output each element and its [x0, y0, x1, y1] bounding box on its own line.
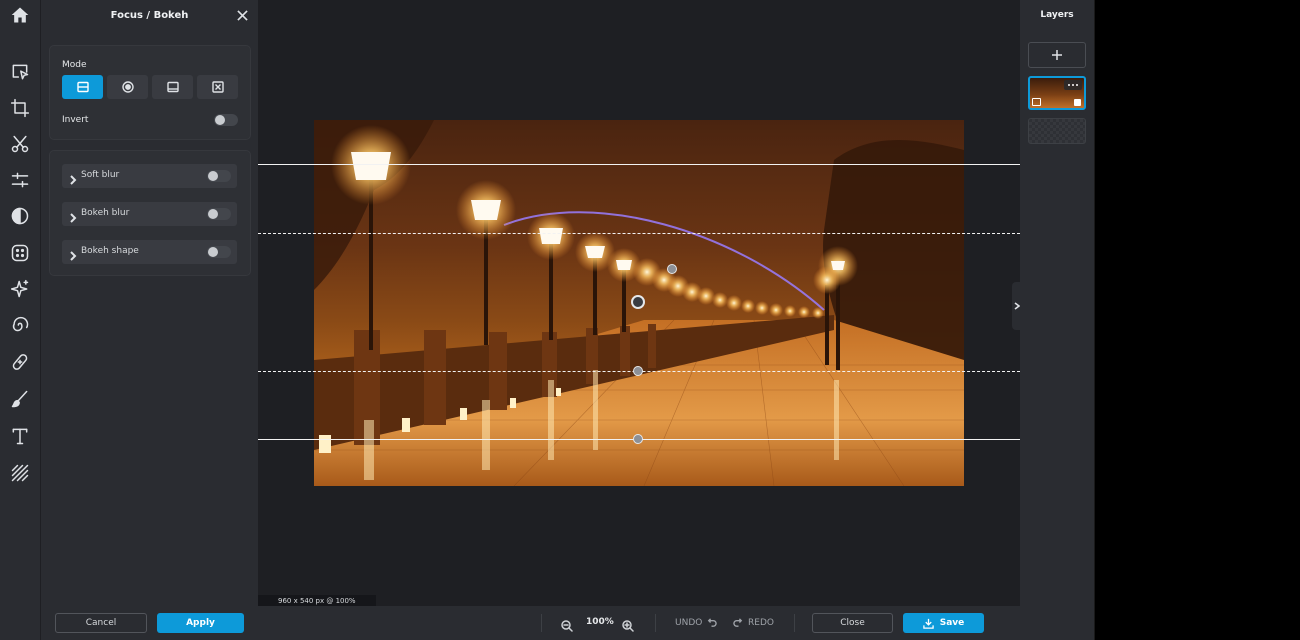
adjust-icon[interactable]: [8, 168, 32, 192]
mode-card: Mode Invert: [49, 45, 251, 140]
blur-options-card: Soft blur Bokeh blur Bokeh shape: [49, 150, 251, 276]
chevron-right-icon: [1014, 302, 1020, 310]
sparkle-icon[interactable]: [8, 277, 32, 301]
mode-linear-button[interactable]: [62, 75, 103, 99]
save-button[interactable]: Save: [903, 613, 984, 633]
invert-label: Invert: [62, 115, 89, 125]
bokeh-shape-toggle[interactable]: [207, 246, 231, 258]
crop-icon[interactable]: [8, 96, 32, 120]
invert-toggle[interactable]: [214, 114, 238, 126]
chevron-right-icon: [68, 246, 80, 261]
layer-transparent-thumbnail[interactable]: [1028, 118, 1086, 144]
canvas-area[interactable]: 960 x 540 px @ 100%: [258, 0, 1020, 606]
empty-region: [1094, 0, 1300, 640]
focus-inner-top-line[interactable]: [258, 233, 1020, 234]
mode-label: Mode: [62, 60, 87, 70]
bokeh-shape-row[interactable]: Bokeh shape: [62, 240, 237, 264]
cancel-button[interactable]: Cancel: [55, 613, 147, 633]
liquify-icon[interactable]: [8, 313, 32, 337]
soft-blur-toggle[interactable]: [207, 170, 231, 182]
chevron-right-icon: [68, 208, 80, 223]
zoom-level: 100%: [586, 617, 614, 627]
soft-blur-row[interactable]: Soft blur: [62, 164, 237, 188]
save-label: Save: [939, 618, 965, 628]
tool-rail: [0, 0, 41, 640]
mode-bottom-button[interactable]: [152, 75, 193, 99]
zoom-in-icon[interactable]: [622, 617, 634, 632]
add-layer-button[interactable]: [1028, 42, 1086, 68]
effects-icon[interactable]: [8, 241, 32, 265]
focus-panel: Focus / Bokeh Mode Invert Soft blur Boke…: [41, 0, 258, 640]
texture-icon[interactable]: [8, 461, 32, 485]
layers-title: Layers: [1040, 10, 1074, 20]
off-mode-icon: [211, 81, 224, 93]
undo-icon: [708, 618, 718, 627]
apply-button[interactable]: Apply: [157, 613, 244, 633]
more-options-icon[interactable]: [1064, 80, 1082, 90]
bottom-mode-icon: [166, 81, 179, 93]
layer-image-thumbnail[interactable]: [1028, 76, 1086, 110]
divider: [655, 614, 656, 632]
download-icon: [923, 618, 934, 629]
image-dimensions: 960 x 540 px @ 100%: [258, 595, 376, 606]
inner-range-handle[interactable]: [633, 366, 643, 376]
text-icon[interactable]: [8, 424, 32, 448]
plus-icon: [1052, 50, 1062, 60]
chevron-right-icon: [68, 170, 80, 185]
cut-icon[interactable]: [8, 132, 32, 156]
divider: [794, 614, 795, 632]
divider: [541, 614, 542, 632]
arrange-icon[interactable]: [8, 60, 32, 84]
redo-label: REDO: [748, 617, 774, 628]
soft-blur-label: Soft blur: [81, 170, 120, 180]
undo-label: UNDO: [675, 617, 703, 628]
mode-radial-button[interactable]: [107, 75, 148, 99]
redo-icon: [733, 618, 743, 627]
image-layer-icon: [1032, 98, 1041, 106]
filter-icon[interactable]: [8, 204, 32, 228]
bottom-toolbar: 100% UNDO REDO Close Save: [258, 606, 1020, 640]
brush-icon[interactable]: [8, 387, 32, 411]
lock-icon[interactable]: [1074, 99, 1081, 106]
layers-panel: Layers: [1020, 0, 1094, 640]
mode-off-button[interactable]: [197, 75, 238, 99]
close-button[interactable]: Close: [812, 613, 893, 633]
bokeh-blur-label: Bokeh blur: [81, 208, 130, 218]
radial-mode-icon: [121, 81, 134, 93]
bokeh-blur-row[interactable]: Bokeh blur: [62, 202, 237, 226]
bokeh-blur-toggle[interactable]: [207, 208, 231, 220]
home-icon[interactable]: [8, 3, 32, 27]
center-handle[interactable]: [631, 295, 645, 309]
heal-icon[interactable]: [8, 350, 32, 374]
redo-button[interactable]: REDO: [733, 617, 774, 628]
linear-mode-icon: [76, 81, 89, 93]
undo-button[interactable]: UNDO: [675, 617, 718, 628]
panel-title: Focus / Bokeh: [110, 9, 189, 21]
zoom-out-icon[interactable]: [561, 617, 573, 632]
focus-outer-top-line[interactable]: [258, 164, 1020, 165]
close-icon[interactable]: [234, 7, 250, 23]
outer-range-handle[interactable]: [633, 434, 643, 444]
rotate-handle[interactable]: [667, 264, 677, 274]
bokeh-shape-label: Bokeh shape: [81, 246, 139, 256]
